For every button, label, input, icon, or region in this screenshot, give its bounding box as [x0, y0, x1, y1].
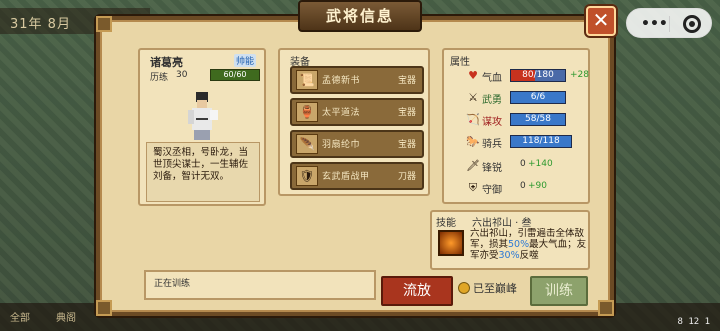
shield-icon: ⛨: [468, 181, 478, 194]
dialog-title: 武将信息: [298, 0, 422, 32]
general-bio: 蜀汉丞相，号卧龙，当世顶尖谋士，一生辅佐刘备，智计无双。: [146, 142, 260, 202]
equipment-type: 刀器: [397, 172, 416, 182]
hp-bar: 80/180: [510, 69, 566, 82]
tactics-bar: 58/58: [510, 113, 566, 126]
general-tag[interactable]: 帅能: [234, 54, 257, 67]
version-label: 8 12 1: [677, 317, 710, 327]
skill-panel: 技能 六出祁山 · 叁 六出祁山，引雷遍击全体敌军，损其50%最大气血；友军亦受…: [430, 210, 590, 270]
military-bar: 6/6: [510, 91, 566, 104]
general-panel: 诸葛亮 帅能 历练 30 60/60 蜀汉丞相，号卧龙，当世顶尖谋士，一生辅佐刘…: [138, 48, 266, 206]
peak-indicator: 已至巅峰: [458, 280, 517, 296]
equipment-type: 宝器: [397, 108, 416, 118]
experience-label: 历练: [150, 73, 169, 83]
train-button[interactable]: 训练: [530, 276, 588, 306]
general-name: 诸葛亮: [150, 56, 183, 69]
skill-description: 六出祁山，引雷遍击全体敌军，损其50%最大气血；友军亦受30%反噬: [470, 228, 587, 261]
attr-row-cavalry: 🐎 骑兵 118/118: [466, 134, 586, 150]
attr-row-defense: ⛨ 守御 0 +90: [466, 180, 586, 196]
swords-icon: ⚔: [468, 91, 478, 104]
attack-bonus: +140: [528, 159, 553, 169]
equipment-slot[interactable]: 🏺 太平道法 宝器: [290, 98, 424, 126]
medal-icon: [458, 282, 470, 294]
equipment-name: 太平道法: [322, 108, 361, 118]
equipment-slot[interactable]: 🪶 羽扇纶巾 宝器: [290, 130, 424, 158]
equipment-name: 羽扇纶巾: [322, 140, 361, 150]
experience-bar: 60/60: [210, 69, 260, 81]
close-icon[interactable]: ✕: [593, 8, 610, 32]
equipment-name: 孟德新书: [322, 76, 361, 86]
equipment-name: 玄武盾战甲: [322, 172, 370, 182]
skill-name: 六出祁山 · 叁: [472, 218, 532, 229]
attr-row-tactics: 🏹 谋攻 58/58: [466, 112, 586, 128]
bow-icon: 🏹: [466, 113, 480, 126]
status-text: 正在训练: [154, 279, 191, 289]
attributes-panel: 属性 ♥ 气血 80/180 +28 ⚔ 武勇 6/6 🏹 谋攻 58/58 🐎…: [442, 48, 590, 204]
equipment-slot[interactable]: 📜 孟德新书 宝器: [290, 66, 424, 94]
equipment-slot[interactable]: 🛡 玄武盾战甲 刀器: [290, 162, 424, 190]
corner-ornament: [598, 300, 614, 316]
status-field: 正在训练: [144, 270, 376, 300]
attr-row-military: ⚔ 武勇 6/6: [466, 90, 586, 106]
corner-ornament: [96, 16, 112, 32]
experience-value: 30: [176, 70, 188, 80]
horse-icon: 🐎: [466, 135, 480, 148]
sword-icon: 🗡: [466, 159, 480, 172]
miniprogram-capsule[interactable]: •••: [626, 8, 712, 38]
hp-bonus: +28: [570, 70, 589, 80]
skill-fire-icon[interactable]: [438, 230, 464, 256]
corner-ornament: [96, 300, 112, 316]
heart-icon: ♥: [468, 69, 478, 82]
attr-row-hp: ♥ 气血 80/180 +28: [466, 68, 589, 84]
armor-icon: 🛡: [296, 166, 318, 186]
cavalry-bar: 118/118: [510, 135, 572, 148]
scroll-icon: 🏺: [296, 102, 318, 122]
equipment-type: 宝器: [397, 76, 416, 86]
dismiss-button[interactable]: 流放: [381, 276, 453, 306]
book-icon: 📜: [296, 70, 318, 90]
equipment-panel: 装备 📜 孟德新书 宝器 🏺 太平道法 宝器 🪶 羽扇纶巾 宝器 🛡 玄武盾战甲…: [278, 48, 430, 196]
skill-label: 技能: [436, 218, 456, 229]
fan-icon: 🪶: [296, 134, 318, 154]
close-miniprogram-icon[interactable]: [683, 15, 701, 33]
equipment-type: 宝器: [397, 140, 416, 150]
more-icon[interactable]: •••: [641, 16, 668, 32]
bottom-nav-item[interactable]: 全部: [10, 309, 30, 324]
attr-row-attack: 🗡 锋锐 0 +140: [466, 159, 553, 174]
attributes-header: 属性: [450, 57, 470, 68]
defense-bonus: +90: [528, 181, 547, 191]
general-portrait[interactable]: [178, 88, 226, 142]
bottom-nav-item[interactable]: 典阁: [56, 309, 76, 324]
close-button[interactable]: ✕: [586, 6, 616, 36]
